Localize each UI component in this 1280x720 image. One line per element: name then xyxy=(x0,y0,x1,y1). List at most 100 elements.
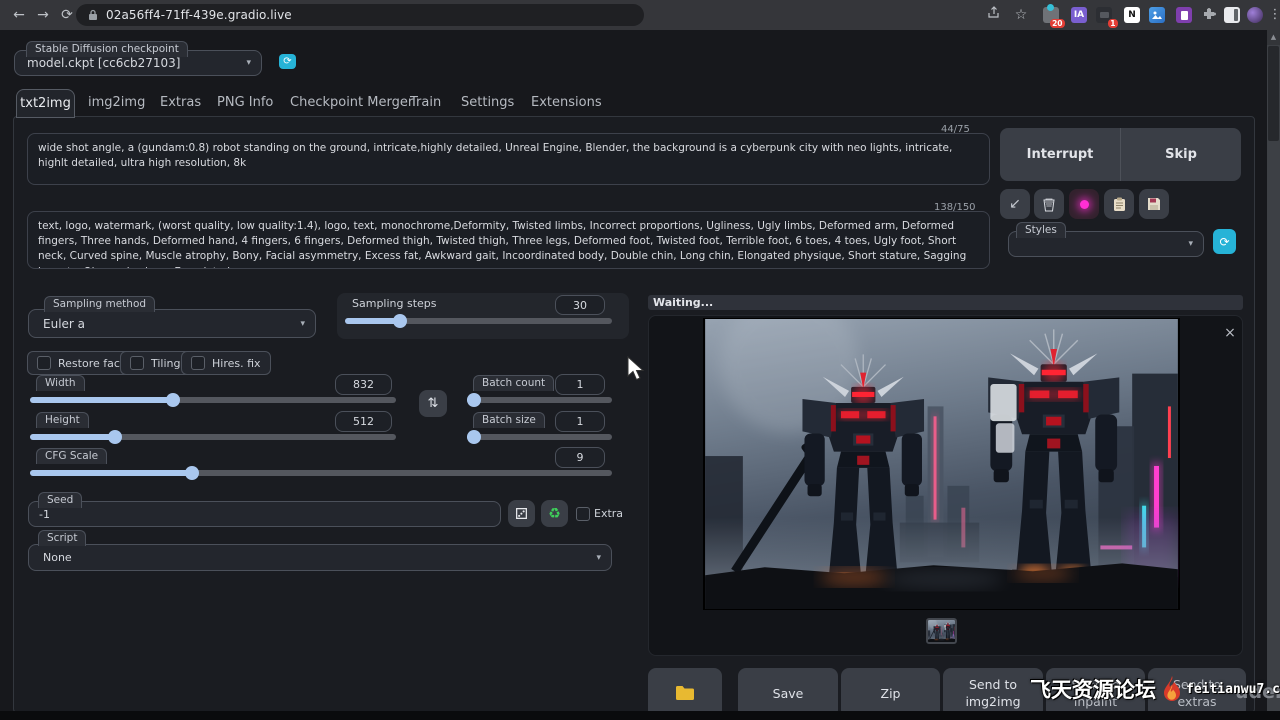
skip-button[interactable]: Skip xyxy=(1121,128,1241,181)
watermark-forum-text: 飞天资源论坛 xyxy=(1030,674,1156,704)
overflow-menu-icon[interactable]: ⋮ xyxy=(1264,4,1280,26)
sampling-steps-slider[interactable] xyxy=(345,318,612,324)
tab-img2img[interactable]: img2img xyxy=(88,95,145,110)
seed-input[interactable]: -1 xyxy=(28,501,501,527)
save-style-button[interactable] xyxy=(1139,189,1169,219)
extension-pin-icon[interactable]: 20 xyxy=(1043,7,1059,23)
prompt-input[interactable]: wide shot angle, a (gundam:0.8) robot st… xyxy=(27,133,990,185)
batch-size-input[interactable]: 1 xyxy=(555,411,605,432)
refresh-icon: ⟳ xyxy=(283,56,291,67)
cfg-scale-label: CFG Scale xyxy=(36,448,107,464)
tiling-checkbox[interactable] xyxy=(130,356,144,370)
checkpoint-value: model.ckpt [cc6cb27103] xyxy=(27,56,180,70)
scroll-up-icon[interactable]: ▲ xyxy=(1267,30,1280,45)
tab-txt2img[interactable]: txt2img xyxy=(16,89,75,118)
batch-size-label: Batch size xyxy=(473,412,545,428)
apply-style-button[interactable] xyxy=(1104,189,1134,219)
tab-checkpoint-merger[interactable]: Checkpoint Merger xyxy=(290,95,413,110)
generate-button-group: Interrupt Skip xyxy=(1000,128,1241,181)
gallery-thumbnail[interactable] xyxy=(926,618,957,644)
generated-image[interactable] xyxy=(703,318,1180,610)
slider-thumb[interactable] xyxy=(467,393,481,407)
checkpoint-label: Stable Diffusion checkpoint xyxy=(26,41,188,57)
height-input[interactable]: 512 xyxy=(335,411,392,432)
styles-refresh-button[interactable]: ⟳ xyxy=(1213,229,1236,254)
progress-status-text: Waiting... xyxy=(653,296,713,309)
tab-png-info[interactable]: PNG Info xyxy=(217,95,273,110)
cfg-scale-slider[interactable] xyxy=(30,470,612,476)
bookmark-star-icon[interactable]: ☆ xyxy=(1010,4,1032,26)
sampling-method-value: Euler a xyxy=(43,317,85,331)
scrollbar-thumb[interactable] xyxy=(1268,46,1279,141)
extension-notion-icon[interactable]: N xyxy=(1124,7,1140,23)
script-value: None xyxy=(43,551,72,564)
clear-prompt-button[interactable] xyxy=(1034,189,1064,219)
extra-networks-button[interactable] xyxy=(1069,189,1099,219)
clipboard-icon xyxy=(1113,197,1126,212)
screen: ← → ⟳ 02a56ff4-71ff-439e.gradio.live ☆ 2… xyxy=(0,0,1280,720)
script-dropdown[interactable]: None ▾ xyxy=(28,544,612,571)
sampling-method-dropdown[interactable]: Euler a ▾ xyxy=(28,309,316,338)
close-icon[interactable]: × xyxy=(1222,325,1238,341)
batch-count-input[interactable]: 1 xyxy=(555,374,605,395)
paste-arrow-icon: ↙ xyxy=(1009,196,1021,212)
tiling-option[interactable]: Tiling xyxy=(120,351,191,375)
chevron-down-icon: ▾ xyxy=(596,553,601,563)
chevron-down-icon: ▾ xyxy=(246,58,251,68)
mouse-cursor xyxy=(627,356,649,382)
height-slider[interactable] xyxy=(30,434,396,440)
restore-faces-checkbox[interactable] xyxy=(37,356,51,370)
sampling-steps-input[interactable]: 30 xyxy=(555,295,605,315)
cfg-scale-input[interactable]: 9 xyxy=(555,447,605,468)
tab-extras[interactable]: Extras xyxy=(160,95,201,110)
width-input[interactable]: 832 xyxy=(335,374,392,395)
tab-extensions[interactable]: Extensions xyxy=(531,95,602,110)
width-label: Width xyxy=(36,375,85,391)
width-slider[interactable] xyxy=(30,397,396,403)
slider-thumb[interactable] xyxy=(185,466,199,480)
refresh-icon: ⟳ xyxy=(1219,235,1229,249)
styles-label: Styles xyxy=(1016,222,1066,238)
random-seed-button[interactable]: ⚂ xyxy=(508,500,535,527)
extension-onenote-icon[interactable] xyxy=(1176,7,1192,23)
tab-settings[interactable]: Settings xyxy=(461,95,514,110)
bottom-strip xyxy=(0,711,1280,720)
script-label: Script xyxy=(38,530,86,546)
batch-count-slider[interactable] xyxy=(467,397,612,403)
extension-capture-icon[interactable]: 1 xyxy=(1096,7,1112,23)
profile-avatar[interactable] xyxy=(1247,7,1263,23)
batch-size-slider[interactable] xyxy=(467,434,612,440)
extensions-puzzle-icon[interactable] xyxy=(1201,7,1217,23)
seed-label: Seed xyxy=(38,492,82,508)
address-bar[interactable]: 02a56ff4-71ff-439e.gradio.live xyxy=(76,4,644,26)
share-icon[interactable] xyxy=(983,4,1005,26)
slider-thumb[interactable] xyxy=(393,314,407,328)
slider-thumb[interactable] xyxy=(467,430,481,444)
forward-icon[interactable]: → xyxy=(32,4,54,26)
tab-train[interactable]: Train xyxy=(410,95,441,110)
swap-icon: ⇅ xyxy=(428,396,439,411)
seed-extra-checkbox[interactable] xyxy=(576,507,590,521)
folder-icon xyxy=(675,685,695,701)
seed-extra-label: Extra xyxy=(594,507,623,520)
swap-dimensions-button[interactable]: ⇅ xyxy=(419,390,447,417)
extension-capture-badge: 1 xyxy=(1108,19,1118,28)
extension-pin-badge: 20 xyxy=(1050,19,1065,28)
browser-toolbar: ← → ⟳ 02a56ff4-71ff-439e.gradio.live ☆ 2… xyxy=(0,0,1280,30)
sidepanel-icon[interactable] xyxy=(1224,7,1240,23)
slider-thumb[interactable] xyxy=(166,393,180,407)
negative-prompt-input[interactable]: text, logo, watermark, (worst quality, l… xyxy=(27,211,990,269)
paste-params-button[interactable]: ↙ xyxy=(1000,189,1030,219)
interrupt-button[interactable]: Interrupt xyxy=(1000,128,1121,181)
extension-ia-icon[interactable]: IA xyxy=(1071,7,1087,23)
reuse-seed-button[interactable]: ♻ xyxy=(541,500,568,527)
checkpoint-refresh-button[interactable]: ⟳ xyxy=(279,54,296,69)
reload-icon[interactable]: ⟳ xyxy=(56,4,78,26)
back-icon[interactable]: ← xyxy=(8,4,30,26)
trash-icon xyxy=(1042,197,1056,212)
watermark-site-text: feitianwu7.com xyxy=(1186,682,1280,697)
extension-image-icon[interactable] xyxy=(1149,7,1165,23)
hires-fix-checkbox[interactable] xyxy=(191,356,205,370)
hires-fix-option[interactable]: Hires. fix xyxy=(181,351,271,375)
slider-thumb[interactable] xyxy=(108,430,122,444)
